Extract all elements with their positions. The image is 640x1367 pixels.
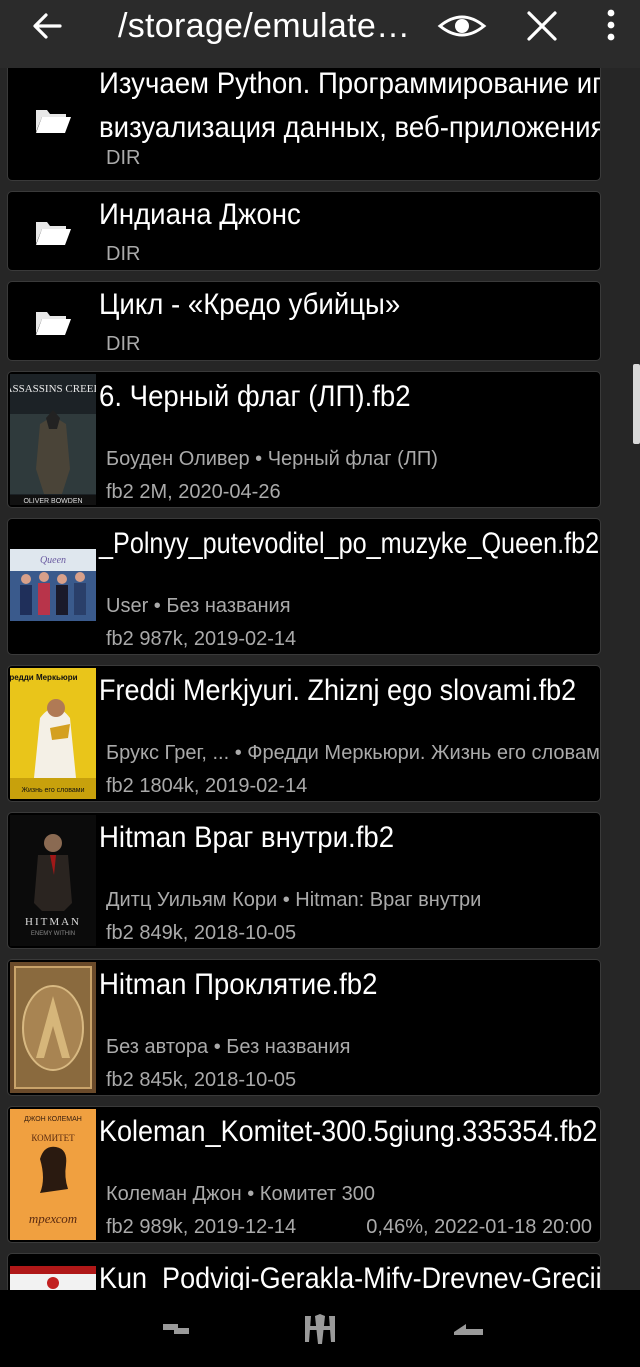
file-name: _Polnyy_putevoditel_po_muzyke_Queen.fb2 xyxy=(99,527,600,560)
author-title: Без автора • Без названия xyxy=(106,1036,351,1058)
list-item-book[interactable]: Фредди Меркьюри Жизнь его словами Freddi… xyxy=(7,665,601,802)
svg-text:OLIVER BOWDEN: OLIVER BOWDEN xyxy=(23,498,82,505)
folder-icon xyxy=(36,222,71,245)
folder-icon xyxy=(36,110,71,133)
file-info: fb2 989k, 2019-12-14 xyxy=(106,1216,297,1238)
file-name: Цикл - «Кредо убийцы» xyxy=(99,288,401,321)
file-list[interactable]: Изучаем Python. Программирование игр, ви… xyxy=(0,68,640,1290)
list-item-folder[interactable]: Цикл - «Кредо убийцы» DIR xyxy=(7,281,601,361)
current-path: /storage/emulate… xyxy=(118,7,411,45)
file-name: Hitman Проклятие.fb2 xyxy=(99,968,378,1001)
svg-text:Жизнь его словами: Жизнь его словами xyxy=(22,787,85,794)
folder-icon xyxy=(36,312,71,335)
file-name: Изучаем Python. Программирование игр, xyxy=(99,68,601,100)
list-item-book[interactable]: Kun_Podvigi-Gerakla-Mifv-Drevnev-Grecii. xyxy=(7,1253,601,1290)
nav-back-icon[interactable] xyxy=(450,1312,486,1346)
list-item-folder[interactable]: Изучаем Python. Программирование игр, ви… xyxy=(7,68,601,181)
file-name: Индиана Джонс xyxy=(99,198,301,231)
more-vert-icon[interactable] xyxy=(596,4,626,48)
file-name: Koleman_Komitet-300.5giung.335354.fb2 xyxy=(99,1115,598,1148)
file-info: fb2 849k, 2018-10-05 xyxy=(106,922,297,944)
file-info: fb2 845k, 2018-10-05 xyxy=(106,1069,297,1091)
toolbar: /storage/emulate… xyxy=(0,0,640,68)
close-icon[interactable] xyxy=(520,4,564,48)
file-name: 6. Черный флаг (ЛП).fb2 xyxy=(99,380,411,413)
svg-text:Фредди Меркьюри: Фредди Меркьюри xyxy=(10,673,78,682)
home-logo-icon[interactable] xyxy=(302,1312,338,1346)
book-cover xyxy=(10,962,96,1093)
author-title: Дитц Уильям Кори • Hitman: Враг внутри xyxy=(106,889,482,911)
svg-text:трехсот: трехсот xyxy=(29,1211,77,1226)
read-progress: 0,46%, 2022-01-18 20:00 xyxy=(366,1216,592,1238)
svg-text:Queen: Queen xyxy=(40,555,66,566)
system-nav-bar xyxy=(0,1290,640,1367)
book-cover xyxy=(10,1266,96,1290)
svg-text:ASSASSINS CREED: ASSASSINS CREED xyxy=(10,383,96,395)
file-info: fb2 987k, 2019-02-14 xyxy=(106,628,297,650)
dir-label: DIR xyxy=(106,147,141,169)
recent-apps-icon[interactable] xyxy=(160,1312,192,1346)
author-title: User • Без названия xyxy=(106,595,291,617)
dir-label: DIR xyxy=(106,333,141,355)
list-item-book[interactable]: ASSASSINS CREED OLIVER BOWDEN 6. Черный … xyxy=(7,371,601,508)
list-item-book[interactable]: HITMAN ENEMY WITHIN Hitman Враг внутри.f… xyxy=(7,812,601,949)
svg-text:КОМИТЕТ: КОМИТЕТ xyxy=(31,1133,75,1143)
file-name: визуализация данных, веб-приложения xyxy=(99,111,601,144)
book-cover: ДЖОН КОЛЕМАН КОМИТЕТ трехсот xyxy=(10,1109,96,1240)
svg-text:ENEMY WITHIN: ENEMY WITHIN xyxy=(31,931,75,937)
book-cover: Фредди Меркьюри Жизнь его словами xyxy=(10,668,96,799)
eye-icon[interactable] xyxy=(436,4,488,48)
scrollbar-thumb[interactable] xyxy=(633,364,640,444)
list-item-book[interactable]: Hitman Проклятие.fb2 Без автора • Без на… xyxy=(7,959,601,1096)
file-name: Kun_Podvigi-Gerakla-Mifv-Drevnev-Grecii. xyxy=(99,1262,601,1290)
dir-label: DIR xyxy=(106,243,141,265)
svg-text:ДЖОН КОЛЕМАН: ДЖОН КОЛЕМАН xyxy=(24,1116,82,1123)
file-name: Freddi Merkjyuri. Zhiznj ego slovami.fb2 xyxy=(99,674,577,707)
file-info: fb2 1804k, 2019-02-14 xyxy=(106,775,308,797)
file-info: fb2 2M, 2020-04-26 xyxy=(106,481,281,503)
author-title: Колеман Джон • Комитет 300 xyxy=(106,1183,375,1205)
svg-text:HITMAN: HITMAN xyxy=(25,916,81,928)
list-item-book[interactable]: ДЖОН КОЛЕМАН КОМИТЕТ трехсот Koleman_Kom… xyxy=(7,1106,601,1243)
book-cover: Queen xyxy=(10,549,96,621)
author-title: Брукс Грег, ... • Фредди Меркьюри. Жизнь… xyxy=(106,742,601,764)
list-item-folder[interactable]: Индиана Джонс DIR xyxy=(7,191,601,271)
author-title: Боуден Оливер • Черный флаг (ЛП) xyxy=(106,448,438,470)
book-cover: ASSASSINS CREED OLIVER BOWDEN xyxy=(10,374,96,505)
book-cover: HITMAN ENEMY WITHIN xyxy=(10,815,96,946)
list-item-book[interactable]: Queen _Polnyy_putevoditel_po_muzyke_Quee… xyxy=(7,518,601,655)
arrow-left-icon[interactable] xyxy=(26,4,70,48)
file-name: Hitman Враг внутри.fb2 xyxy=(99,821,395,854)
